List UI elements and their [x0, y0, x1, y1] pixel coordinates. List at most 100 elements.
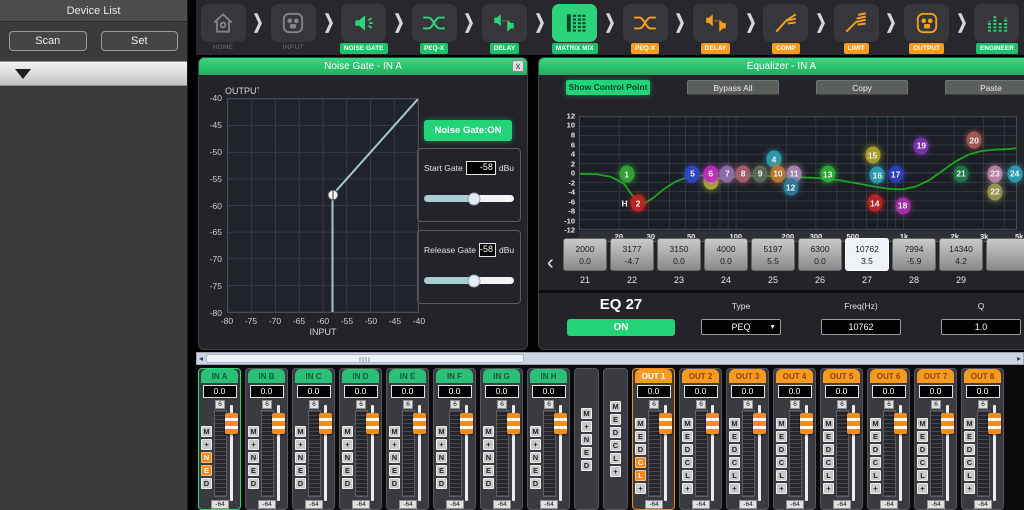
strip-button-+[interactable]: + [436, 439, 447, 450]
strip-button-m[interactable]: M [823, 418, 834, 429]
eq-on-button[interactable]: ON [567, 319, 675, 336]
strip-button-d[interactable]: D [635, 444, 646, 455]
eq-q-field[interactable]: 1.0 [941, 319, 1021, 335]
eq-control-point-7[interactable]: 7 [720, 165, 735, 182]
strip-button-d[interactable]: D [823, 444, 834, 455]
band-cell-24[interactable]: 40000.024 [704, 238, 748, 285]
channel-strip-out-2[interactable]: OUT 20.0MEDCL+6-64 [679, 368, 722, 510]
channel-gain-value[interactable]: 0.0 [203, 385, 237, 398]
strip-button-n[interactable]: N [483, 452, 494, 463]
fader-handle[interactable] [225, 413, 238, 434]
strip-button-e[interactable]: E [342, 465, 353, 476]
eq-control-point-16[interactable]: 16 [870, 167, 885, 184]
eq-control-point-9[interactable]: 9 [753, 165, 768, 182]
strip-button-m[interactable]: M [870, 418, 881, 429]
strip-button-e[interactable]: E [729, 431, 740, 442]
fader-handle[interactable] [460, 413, 473, 434]
fader-handle[interactable] [413, 413, 426, 434]
eq-button-copy[interactable]: Copy [816, 80, 908, 95]
strip-button-l[interactable]: L [870, 470, 881, 481]
channel-gain-value[interactable]: 0.0 [966, 385, 1000, 398]
fader-handle[interactable] [659, 413, 672, 434]
eq-control-point-24[interactable]: 24 [1007, 165, 1022, 182]
strip-button-+[interactable]: + [483, 439, 494, 450]
eq-control-point-17[interactable]: 17 [888, 166, 903, 183]
strip-button-d[interactable]: D [436, 478, 447, 489]
eq-control-point-22[interactable]: 22 [988, 183, 1003, 200]
eq-type-dropdown[interactable]: PEQ ▼ [701, 319, 781, 335]
strip-button-e[interactable]: E [530, 465, 541, 476]
eq-control-point-12[interactable]: 12 [783, 179, 798, 196]
mixer-scrollbar-thumb[interactable] [206, 354, 524, 363]
eq-button-bypass-all[interactable]: Bypass All [687, 80, 779, 95]
channel-gain-value[interactable]: 0.0 [485, 385, 519, 398]
strip-button-+[interactable]: + [964, 483, 975, 494]
band-cell-27[interactable]: 107623.527 [845, 238, 889, 285]
strip-button-d[interactable]: D [917, 444, 928, 455]
strip-button-c[interactable]: C [917, 457, 928, 468]
channel-strip-in-f[interactable]: IN F0.0M+NED6-64 [433, 368, 476, 510]
eq-button-show-control-point[interactable]: Show Control Point [566, 80, 650, 95]
strip-button-e[interactable]: E [635, 431, 646, 442]
fader-handle[interactable] [800, 413, 813, 434]
release-gate-value-field[interactable]: -58 [479, 243, 496, 257]
fader-handle[interactable] [272, 413, 285, 434]
band-scroll-left-icon[interactable]: ‹ [547, 248, 554, 278]
strip-button-m[interactable]: M [248, 426, 259, 437]
strip-button-+[interactable]: + [530, 439, 541, 450]
strip-button-e[interactable]: E [295, 465, 306, 476]
fader-handle[interactable] [941, 413, 954, 434]
fader-handle[interactable] [847, 413, 860, 434]
strip-button-+[interactable]: + [635, 483, 646, 494]
eq-control-point-8[interactable]: 8 [736, 165, 751, 182]
channel-strip-out-1[interactable]: OUT 10.0MEDCL+6-64 [632, 368, 675, 510]
fader-handle[interactable] [753, 413, 766, 434]
eq-control-point-20[interactable]: 20 [967, 132, 982, 149]
strip-button-c[interactable]: C [682, 457, 693, 468]
master-button-d[interactable]: D [610, 427, 621, 438]
strip-button-d[interactable]: D [870, 444, 881, 455]
device-dropdown[interactable] [0, 61, 187, 86]
strip-button-m[interactable]: M [201, 426, 212, 437]
scroll-right-arrow-icon[interactable]: ▸ [1017, 353, 1021, 365]
scan-button[interactable]: Scan [9, 31, 87, 51]
strip-button-d[interactable]: D [248, 478, 259, 489]
strip-button-d[interactable]: D [483, 478, 494, 489]
strip-button-m[interactable]: M [917, 418, 928, 429]
eq-control-point-1[interactable]: 1 [619, 166, 634, 183]
mixer-scrollbar[interactable]: ◂ ▸ [196, 352, 1024, 365]
strip-button-d[interactable]: D [776, 444, 787, 455]
strip-button-n[interactable]: N [436, 452, 447, 463]
toolbar-item-comp[interactable]: COMP [762, 4, 810, 54]
strip-button-m[interactable]: M [729, 418, 740, 429]
strip-button-e[interactable]: E [483, 465, 494, 476]
toolbar-item-noise-gate[interactable]: NOISE GATE [340, 4, 388, 54]
strip-button-l[interactable]: L [682, 470, 693, 481]
channel-strip-in-d[interactable]: IN D0.0M+NED6-64 [339, 368, 382, 510]
noise-gate-on-button[interactable]: Noise Gate:ON [424, 120, 512, 141]
channel-gain-value[interactable]: 0.0 [919, 385, 953, 398]
channel-strip-in-a[interactable]: IN A0.0M+NED6-64 [198, 368, 241, 510]
eq-freq-field[interactable]: 10762 [821, 319, 901, 335]
strip-button-e[interactable]: E [436, 465, 447, 476]
channel-strip-out-6[interactable]: OUT 60.0MEDCL+6-64 [867, 368, 910, 510]
strip-button-d[interactable]: D [682, 444, 693, 455]
strip-button-n[interactable]: N [530, 452, 541, 463]
band-cell-29[interactable]: 143404.229 [939, 238, 983, 285]
eq-control-point-10[interactable]: 10 [770, 165, 785, 182]
strip-button-e[interactable]: E [964, 431, 975, 442]
toolbar-item-output[interactable]: OUTPUT [903, 4, 951, 54]
master-button-d[interactable]: D [581, 460, 592, 471]
strip-button-e[interactable]: E [823, 431, 834, 442]
strip-button-+[interactable]: + [682, 483, 693, 494]
eq-graph[interactable]: 12H3456789101112131415161718192021222324 [579, 116, 1017, 230]
band-cell-25[interactable]: 51975.525 [751, 238, 795, 285]
master-button-l[interactable]: L [610, 453, 621, 464]
strip-button-+[interactable]: + [201, 439, 212, 450]
strip-button-n[interactable]: N [342, 452, 353, 463]
channel-strip-out-7[interactable]: OUT 70.0MEDCL+6-64 [914, 368, 957, 510]
fader-handle[interactable] [988, 413, 1001, 434]
strip-button-+[interactable]: + [917, 483, 928, 494]
strip-button-d[interactable]: D [201, 478, 212, 489]
channel-strip-in-h[interactable]: IN H0.0M+NED6-64 [527, 368, 570, 510]
